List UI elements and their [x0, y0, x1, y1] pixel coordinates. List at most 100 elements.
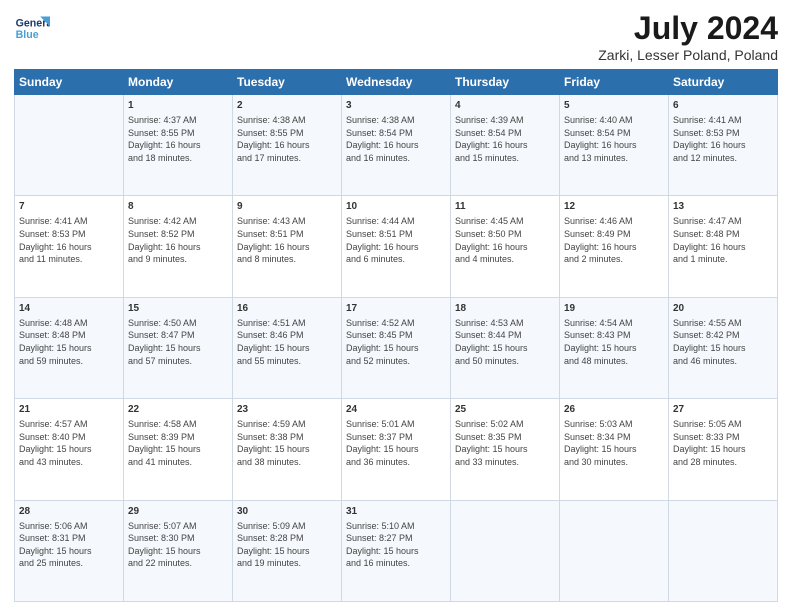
cell-content: Sunrise: 4:41 AMSunset: 8:53 PMDaylight:…: [673, 114, 773, 164]
cell-4-7: 27Sunrise: 5:05 AMSunset: 8:33 PMDayligh…: [669, 399, 778, 500]
cell-content: Sunrise: 4:37 AMSunset: 8:55 PMDaylight:…: [128, 114, 228, 164]
day-number: 28: [19, 505, 119, 519]
cell-5-1: 28Sunrise: 5:06 AMSunset: 8:31 PMDayligh…: [15, 500, 124, 601]
week-row-5: 28Sunrise: 5:06 AMSunset: 8:31 PMDayligh…: [15, 500, 778, 601]
cell-content: Sunrise: 4:54 AMSunset: 8:43 PMDaylight:…: [564, 317, 664, 367]
cell-content: Sunrise: 4:52 AMSunset: 8:45 PMDaylight:…: [346, 317, 446, 367]
header: General Blue July 2024 Zarki, Lesser Pol…: [14, 10, 778, 63]
header-row: Sunday Monday Tuesday Wednesday Thursday…: [15, 70, 778, 95]
day-number: 9: [237, 200, 337, 214]
cell-3-5: 18Sunrise: 4:53 AMSunset: 8:44 PMDayligh…: [451, 297, 560, 398]
day-number: 20: [673, 302, 773, 316]
cell-5-4: 31Sunrise: 5:10 AMSunset: 8:27 PMDayligh…: [342, 500, 451, 601]
cell-content: Sunrise: 4:46 AMSunset: 8:49 PMDaylight:…: [564, 215, 664, 265]
cell-1-7: 6Sunrise: 4:41 AMSunset: 8:53 PMDaylight…: [669, 95, 778, 196]
day-number: 8: [128, 200, 228, 214]
cell-content: Sunrise: 4:38 AMSunset: 8:54 PMDaylight:…: [346, 114, 446, 164]
day-number: 3: [346, 99, 446, 113]
title-area: July 2024 Zarki, Lesser Poland, Poland: [598, 10, 778, 63]
cell-2-4: 10Sunrise: 4:44 AMSunset: 8:51 PMDayligh…: [342, 196, 451, 297]
cell-3-2: 15Sunrise: 4:50 AMSunset: 8:47 PMDayligh…: [124, 297, 233, 398]
col-friday: Friday: [560, 70, 669, 95]
cell-4-5: 25Sunrise: 5:02 AMSunset: 8:35 PMDayligh…: [451, 399, 560, 500]
cell-content: Sunrise: 4:51 AMSunset: 8:46 PMDaylight:…: [237, 317, 337, 367]
day-number: 16: [237, 302, 337, 316]
week-row-1: 1Sunrise: 4:37 AMSunset: 8:55 PMDaylight…: [15, 95, 778, 196]
day-number: 21: [19, 403, 119, 417]
cell-content: Sunrise: 4:45 AMSunset: 8:50 PMDaylight:…: [455, 215, 555, 265]
cell-3-4: 17Sunrise: 4:52 AMSunset: 8:45 PMDayligh…: [342, 297, 451, 398]
calendar-body: 1Sunrise: 4:37 AMSunset: 8:55 PMDaylight…: [15, 95, 778, 602]
cell-content: Sunrise: 4:48 AMSunset: 8:48 PMDaylight:…: [19, 317, 119, 367]
day-number: 1: [128, 99, 228, 113]
cell-4-1: 21Sunrise: 4:57 AMSunset: 8:40 PMDayligh…: [15, 399, 124, 500]
cell-content: Sunrise: 5:03 AMSunset: 8:34 PMDaylight:…: [564, 418, 664, 468]
cell-content: Sunrise: 4:59 AMSunset: 8:38 PMDaylight:…: [237, 418, 337, 468]
cell-content: Sunrise: 4:39 AMSunset: 8:54 PMDaylight:…: [455, 114, 555, 164]
day-number: 22: [128, 403, 228, 417]
day-number: 11: [455, 200, 555, 214]
cell-1-6: 5Sunrise: 4:40 AMSunset: 8:54 PMDaylight…: [560, 95, 669, 196]
day-number: 26: [564, 403, 664, 417]
col-saturday: Saturday: [669, 70, 778, 95]
day-number: 6: [673, 99, 773, 113]
day-number: 14: [19, 302, 119, 316]
cell-content: Sunrise: 4:40 AMSunset: 8:54 PMDaylight:…: [564, 114, 664, 164]
cell-4-6: 26Sunrise: 5:03 AMSunset: 8:34 PMDayligh…: [560, 399, 669, 500]
cell-content: Sunrise: 5:02 AMSunset: 8:35 PMDaylight:…: [455, 418, 555, 468]
cell-content: Sunrise: 5:07 AMSunset: 8:30 PMDaylight:…: [128, 520, 228, 570]
day-number: 15: [128, 302, 228, 316]
cell-5-7: [669, 500, 778, 601]
cell-content: Sunrise: 4:38 AMSunset: 8:55 PMDaylight:…: [237, 114, 337, 164]
day-number: 10: [346, 200, 446, 214]
subtitle: Zarki, Lesser Poland, Poland: [598, 47, 778, 63]
page: General Blue July 2024 Zarki, Lesser Pol…: [0, 0, 792, 612]
day-number: 7: [19, 200, 119, 214]
cell-2-1: 7Sunrise: 4:41 AMSunset: 8:53 PMDaylight…: [15, 196, 124, 297]
cell-4-4: 24Sunrise: 5:01 AMSunset: 8:37 PMDayligh…: [342, 399, 451, 500]
day-number: 17: [346, 302, 446, 316]
cell-content: Sunrise: 5:01 AMSunset: 8:37 PMDaylight:…: [346, 418, 446, 468]
cell-1-2: 1Sunrise: 4:37 AMSunset: 8:55 PMDaylight…: [124, 95, 233, 196]
logo: General Blue: [14, 10, 50, 46]
cell-3-3: 16Sunrise: 4:51 AMSunset: 8:46 PMDayligh…: [233, 297, 342, 398]
cell-content: Sunrise: 5:06 AMSunset: 8:31 PMDaylight:…: [19, 520, 119, 570]
cell-3-6: 19Sunrise: 4:54 AMSunset: 8:43 PMDayligh…: [560, 297, 669, 398]
main-title: July 2024: [598, 10, 778, 47]
cell-2-6: 12Sunrise: 4:46 AMSunset: 8:49 PMDayligh…: [560, 196, 669, 297]
cell-content: Sunrise: 4:43 AMSunset: 8:51 PMDaylight:…: [237, 215, 337, 265]
cell-2-5: 11Sunrise: 4:45 AMSunset: 8:50 PMDayligh…: [451, 196, 560, 297]
cell-content: Sunrise: 4:53 AMSunset: 8:44 PMDaylight:…: [455, 317, 555, 367]
cell-1-4: 3Sunrise: 4:38 AMSunset: 8:54 PMDaylight…: [342, 95, 451, 196]
cell-content: Sunrise: 4:47 AMSunset: 8:48 PMDaylight:…: [673, 215, 773, 265]
day-number: 31: [346, 505, 446, 519]
week-row-4: 21Sunrise: 4:57 AMSunset: 8:40 PMDayligh…: [15, 399, 778, 500]
cell-content: Sunrise: 4:44 AMSunset: 8:51 PMDaylight:…: [346, 215, 446, 265]
day-number: 30: [237, 505, 337, 519]
cell-1-5: 4Sunrise: 4:39 AMSunset: 8:54 PMDaylight…: [451, 95, 560, 196]
cell-3-7: 20Sunrise: 4:55 AMSunset: 8:42 PMDayligh…: [669, 297, 778, 398]
day-number: 18: [455, 302, 555, 316]
week-row-2: 7Sunrise: 4:41 AMSunset: 8:53 PMDaylight…: [15, 196, 778, 297]
day-number: 2: [237, 99, 337, 113]
cell-content: Sunrise: 4:41 AMSunset: 8:53 PMDaylight:…: [19, 215, 119, 265]
cell-content: Sunrise: 4:50 AMSunset: 8:47 PMDaylight:…: [128, 317, 228, 367]
col-sunday: Sunday: [15, 70, 124, 95]
cell-5-6: [560, 500, 669, 601]
day-number: 29: [128, 505, 228, 519]
cell-3-1: 14Sunrise: 4:48 AMSunset: 8:48 PMDayligh…: [15, 297, 124, 398]
cell-2-7: 13Sunrise: 4:47 AMSunset: 8:48 PMDayligh…: [669, 196, 778, 297]
day-number: 19: [564, 302, 664, 316]
cell-content: Sunrise: 4:55 AMSunset: 8:42 PMDaylight:…: [673, 317, 773, 367]
day-number: 24: [346, 403, 446, 417]
day-number: 27: [673, 403, 773, 417]
col-tuesday: Tuesday: [233, 70, 342, 95]
day-number: 25: [455, 403, 555, 417]
cell-2-3: 9Sunrise: 4:43 AMSunset: 8:51 PMDaylight…: [233, 196, 342, 297]
week-row-3: 14Sunrise: 4:48 AMSunset: 8:48 PMDayligh…: [15, 297, 778, 398]
cell-content: Sunrise: 5:05 AMSunset: 8:33 PMDaylight:…: [673, 418, 773, 468]
day-number: 12: [564, 200, 664, 214]
col-thursday: Thursday: [451, 70, 560, 95]
col-wednesday: Wednesday: [342, 70, 451, 95]
cell-content: Sunrise: 4:42 AMSunset: 8:52 PMDaylight:…: [128, 215, 228, 265]
